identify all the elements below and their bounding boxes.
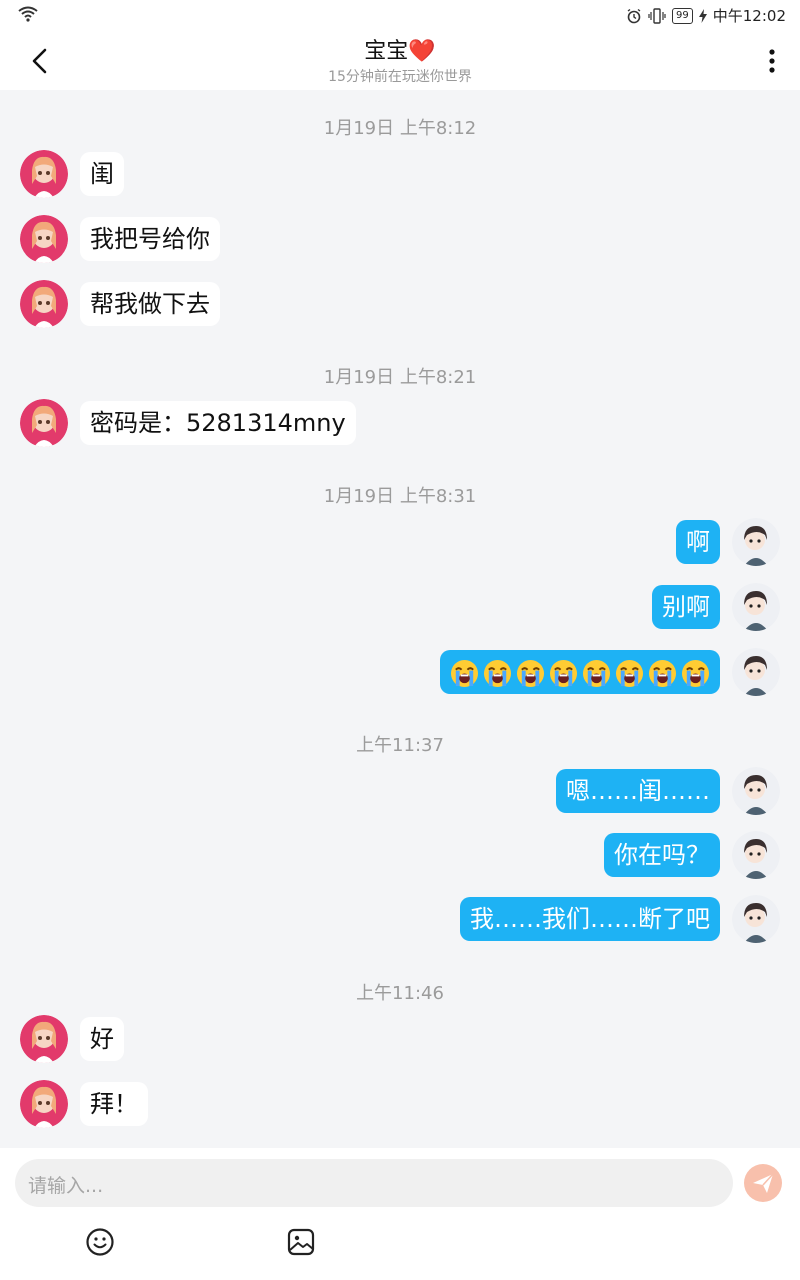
battery-icon: 99	[672, 7, 693, 24]
message-bubble[interactable]: 闺	[80, 152, 124, 196]
wifi-icon	[18, 6, 38, 22]
message-bubble[interactable]: 密码是：5281314mny	[80, 401, 356, 445]
message-bubble[interactable]: 啊	[676, 520, 720, 564]
message-row	[0, 646, 800, 698]
contact-avatar[interactable]	[20, 399, 68, 447]
message-row: 我把号给你	[0, 213, 800, 265]
message-bubble[interactable]: 别啊	[652, 585, 720, 629]
send-button[interactable]	[744, 1164, 782, 1202]
message-row: 嗯……闺……	[0, 765, 800, 817]
timestamp: 上午11:46	[356, 983, 444, 1004]
message-bubble[interactable]: 拜！	[80, 1082, 148, 1126]
more-options-icon[interactable]	[764, 48, 780, 74]
contact-avatar[interactable]	[20, 150, 68, 198]
heart-icon: ❤️	[408, 39, 436, 64]
timestamp: 1月19日 上午8:31	[323, 486, 477, 507]
message-bubble[interactable]: 嗯……闺……	[556, 769, 720, 813]
loudly-crying-face-icon	[648, 659, 677, 687]
alarm-icon	[627, 8, 641, 23]
message-bubble[interactable]: 我把号给你	[80, 217, 220, 261]
message-row: 密码是：5281314mny	[0, 397, 800, 449]
contact-name: 宝宝❤️	[0, 33, 800, 65]
message-row: 帮我做下去	[0, 278, 800, 330]
send-icon	[753, 1173, 774, 1193]
user-avatar[interactable]	[732, 831, 780, 879]
user-avatar[interactable]	[732, 648, 780, 696]
message-bubble[interactable]: 好	[80, 1017, 124, 1061]
contact-name-text: 宝宝	[364, 39, 409, 64]
message-row: 闺	[0, 148, 800, 200]
message-row: 啊	[0, 516, 800, 568]
timestamp: 1月19日 上午8:12	[323, 118, 477, 139]
chat-header: 宝宝❤️ 15分钟前在玩迷你世界	[0, 30, 800, 90]
status-time: 中午12:02	[712, 7, 786, 25]
contact-avatar[interactable]	[20, 1015, 68, 1063]
contact-avatar[interactable]	[20, 280, 68, 328]
message-bubble[interactable]	[440, 650, 720, 694]
message-row: 你在吗？	[0, 829, 800, 881]
contact-avatar[interactable]	[20, 215, 68, 263]
composer: 请输入...	[0, 1148, 800, 1280]
user-avatar[interactable]	[732, 518, 780, 566]
user-avatar[interactable]	[732, 767, 780, 815]
user-avatar[interactable]	[732, 895, 780, 943]
loudly-crying-face-icon	[615, 659, 644, 687]
loudly-crying-face-icon	[450, 659, 479, 687]
loudly-crying-face-icon	[681, 659, 710, 687]
contact-status: 15分钟前在玩迷你世界	[328, 69, 472, 85]
vibrate-icon	[648, 7, 666, 24]
input-placeholder: 请输入...	[28, 1175, 104, 1197]
image-icon[interactable]	[286, 1227, 316, 1257]
loudly-crying-face-icon	[516, 659, 545, 687]
message-row: 好	[0, 1013, 800, 1065]
contact-avatar[interactable]	[20, 1080, 68, 1128]
message-row: 我……我们……断了吧	[0, 893, 800, 945]
message-row: 别啊	[0, 581, 800, 633]
message-input[interactable]: 请输入...	[15, 1159, 733, 1207]
user-avatar[interactable]	[732, 583, 780, 631]
loudly-crying-face-icon	[483, 659, 512, 687]
message-bubble[interactable]: 帮我做下去	[80, 282, 220, 326]
loudly-crying-face-icon	[549, 659, 578, 687]
message-list[interactable]: 1月19日 上午8:12 1月19日 上午8:21 1月19日 上午8:31 上…	[0, 90, 800, 1148]
charging-icon	[698, 8, 707, 23]
smiley-icon[interactable]	[85, 1227, 115, 1257]
timestamp: 上午11:37	[356, 735, 444, 756]
message-bubble[interactable]: 我……我们……断了吧	[460, 897, 720, 941]
timestamp: 1月19日 上午8:21	[323, 367, 477, 388]
message-row: 拜！	[0, 1078, 800, 1130]
loudly-crying-face-icon	[582, 659, 611, 687]
status-bar: 99 中午12:02	[0, 0, 800, 30]
message-bubble[interactable]: 你在吗？	[604, 833, 720, 877]
